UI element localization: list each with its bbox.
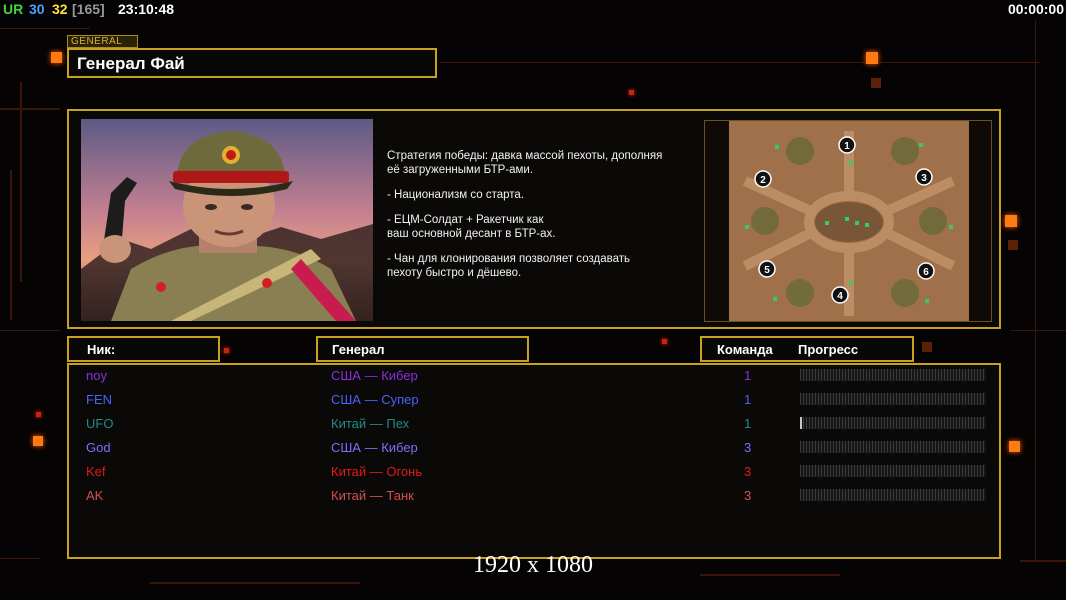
player-nick: noy bbox=[86, 368, 107, 383]
player-row: noy США — Кибер 1 bbox=[69, 366, 999, 390]
player-general: США — Кибер bbox=[331, 368, 418, 383]
player-nick: FEN bbox=[86, 392, 112, 407]
general-header-label: Генерал bbox=[332, 342, 385, 357]
strategy-line: Стратегия победы: давка массой пехоты, д… bbox=[387, 150, 663, 176]
player-team: 3 bbox=[744, 488, 752, 503]
player-nick: AK bbox=[86, 488, 104, 503]
resolution-label: 1920 x 1080 bbox=[473, 552, 593, 578]
system-clock: 23:10:48 bbox=[118, 1, 175, 17]
status-count-blue: 30 bbox=[29, 1, 45, 17]
general-name: Генерал Фай bbox=[77, 54, 185, 73]
team-progress-header: Команда Прогресс bbox=[700, 336, 914, 362]
player-row: FEN США — Супер 1 bbox=[69, 390, 999, 414]
status-count-gray: [165] bbox=[72, 1, 105, 17]
general-tag: GENERAL bbox=[67, 35, 138, 48]
status-count-yellow: 32 bbox=[52, 1, 68, 17]
general-header: Генерал bbox=[316, 336, 529, 362]
player-general: Китай — Огонь bbox=[331, 464, 423, 479]
strategy-line: - ЕЦМ-Солдат + Ракетчик как ваш основной… bbox=[387, 214, 556, 240]
progress-header-label: Прогресс bbox=[798, 342, 859, 357]
start-position-4: 4 bbox=[837, 291, 843, 302]
player-list: noy США — Кибер 1 FEN США — Супер 1 UFO Китай —… bbox=[67, 363, 1001, 559]
start-position-5: 5 bbox=[764, 265, 770, 276]
map-image: 1 2 3 4 5 6 bbox=[705, 121, 991, 321]
player-progress-bar bbox=[800, 465, 986, 477]
strategy-line: - Чан для клонирования позволяет создава… bbox=[387, 253, 630, 279]
player-general: Китай — Танк bbox=[331, 488, 414, 503]
strategy-line: - Национализм со старта. bbox=[387, 189, 525, 201]
player-nick: UFO bbox=[86, 416, 114, 431]
start-position-3: 3 bbox=[921, 173, 927, 184]
player-general: США — Супер bbox=[331, 392, 419, 407]
player-team: 1 bbox=[744, 392, 752, 407]
player-progress-bar bbox=[800, 369, 986, 381]
player-team: 3 bbox=[744, 440, 752, 455]
player-team: 3 bbox=[744, 464, 752, 479]
general-portrait bbox=[81, 119, 373, 321]
general-info-panel: Стратегия победы: давка массой пехоты, д… bbox=[67, 109, 1001, 329]
player-row: God США — Кибер 3 bbox=[69, 438, 999, 462]
general-title-box: Генерал Фай bbox=[67, 48, 437, 78]
nick-header-label: Ник: bbox=[87, 342, 116, 357]
game-timer: 00:00:00 bbox=[1007, 1, 1064, 17]
start-position-1: 1 bbox=[844, 141, 850, 152]
player-team: 1 bbox=[744, 416, 752, 431]
start-position-2: 2 bbox=[760, 175, 766, 186]
player-team: 1 bbox=[744, 368, 752, 383]
general-portrait-image bbox=[81, 119, 373, 321]
nick-header: Ник: bbox=[67, 336, 220, 362]
player-row: AK Китай — Танк 3 bbox=[69, 486, 999, 510]
player-progress-fill bbox=[800, 417, 802, 429]
map-preview: 1 2 3 4 5 6 bbox=[704, 120, 992, 322]
player-row: Kef Китай — Огонь 3 bbox=[69, 462, 999, 486]
player-general: Китай — Пех bbox=[331, 416, 410, 431]
player-progress-bar bbox=[800, 441, 986, 453]
player-nick: God bbox=[86, 440, 111, 455]
player-progress-bar bbox=[800, 393, 986, 405]
player-progress-bar bbox=[800, 489, 986, 501]
player-progress-bar bbox=[800, 417, 986, 429]
ur-label: UR bbox=[3, 1, 24, 17]
team-header-label: Команда bbox=[717, 342, 773, 357]
start-position-6: 6 bbox=[923, 267, 929, 278]
player-general: США — Кибер bbox=[331, 440, 418, 455]
player-row: UFO Китай — Пех 1 bbox=[69, 414, 999, 438]
strategy-description: Стратегия победы: давка массой пехоты, д… bbox=[387, 149, 707, 291]
player-nick: Kef bbox=[86, 464, 106, 479]
